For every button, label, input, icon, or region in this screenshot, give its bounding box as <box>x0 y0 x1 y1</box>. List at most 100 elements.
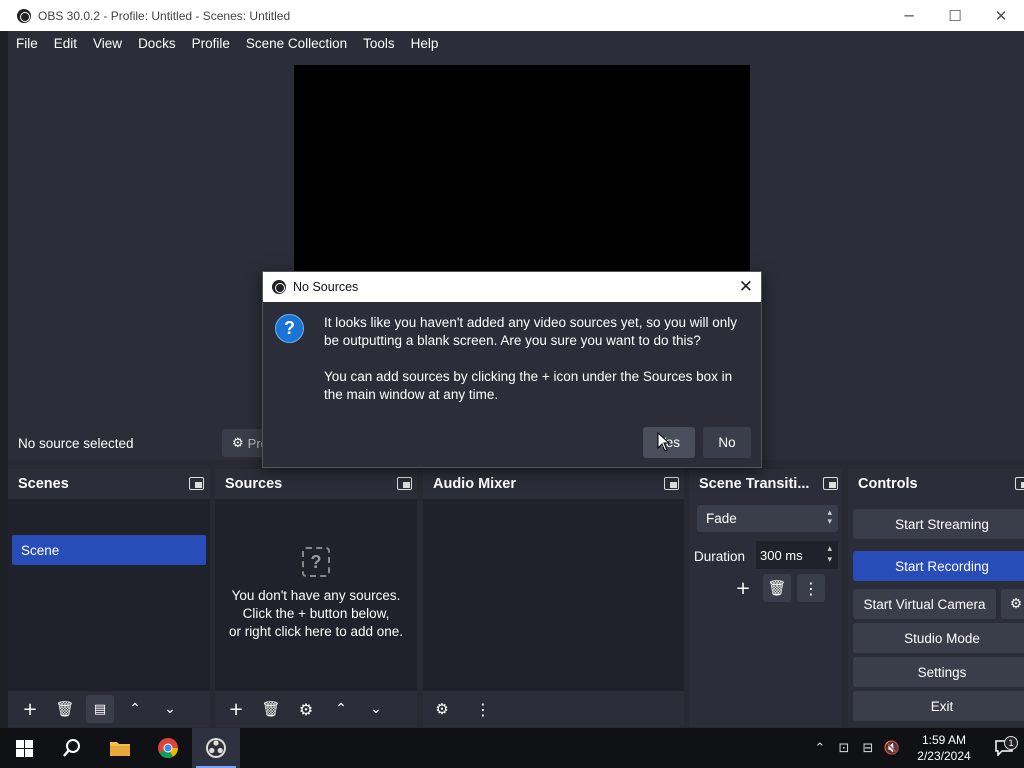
studio-mode-button[interactable]: Studio Mode <box>853 623 1024 653</box>
dialog-message: It looks like you haven't added any vide… <box>324 314 754 422</box>
dialog-close-icon[interactable]: ✕ <box>739 277 753 297</box>
scenes-dock-title: Scenes <box>8 469 210 499</box>
undock-icon[interactable] <box>189 477 204 490</box>
dialog-message-1: It looks like you haven't added any vide… <box>324 315 738 348</box>
undock-icon[interactable] <box>397 477 412 490</box>
move-scene-up-button[interactable]: ⌃ <box>121 695 149 723</box>
obs-logo-icon <box>272 280 286 294</box>
empty-line-3: or right click here to add one. <box>228 624 404 639</box>
gear-icon: ⚙ <box>1009 596 1023 612</box>
minimize-button[interactable]: ─ <box>886 0 932 31</box>
start-streaming-button[interactable]: Start Streaming <box>853 509 1024 539</box>
transition-menu-button[interactable]: ⋮ <box>797 574 825 602</box>
transitions-dock: Scene Transiti... Fade ▴ ▾ Duration 300 m… <box>689 469 842 727</box>
audio-toolbar: ⚙ ⋮ <box>423 691 684 727</box>
search-icon <box>63 739 80 757</box>
scene-list-item[interactable]: Scene <box>12 535 206 565</box>
taskbar: ⌃ ⊡ ⊟ 🔇 1:59 AM 2/23/2024 1 <box>0 728 1024 768</box>
transition-selected: Fade <box>706 511 737 526</box>
transitions-title: Scene Transiti... <box>689 469 842 499</box>
maximize-button[interactable]: ☐ <box>932 0 978 31</box>
system-tray: ⌃ ⊡ ⊟ 🔇 1:59 AM 2/23/2024 1 <box>808 728 1024 768</box>
ethernet-icon[interactable]: ⊟ <box>856 741 880 756</box>
menu-scene-collection[interactable]: Scene Collection <box>246 36 347 51</box>
start-recording-button[interactable]: Start Recording <box>853 551 1024 581</box>
virtual-camera-settings-button[interactable]: ⚙ <box>1001 589 1024 619</box>
notification-center-button[interactable]: 1 <box>984 736 1024 756</box>
network-icon[interactable]: ⊡ <box>832 741 856 756</box>
no-button[interactable]: No <box>703 427 751 458</box>
empty-line-2: Click the + button below, <box>242 606 390 621</box>
question-mark-icon: ? <box>302 547 330 577</box>
gear-icon: ⚙ <box>232 435 244 451</box>
menu-help[interactable]: Help <box>411 36 439 51</box>
notification-badge: 1 <box>1004 736 1018 750</box>
sources-dock: Sources ? You don't have any sources. Cl… <box>215 469 417 727</box>
chrome-button[interactable] <box>144 728 192 768</box>
scenes-toolbar: + 🗑 ▤ ⌃ ⌄ <box>8 691 210 727</box>
sources-list[interactable]: ? You don't have any sources. Click the … <box>215 499 417 691</box>
clock-time: 1:59 AM <box>921 733 967 747</box>
file-explorer-button[interactable] <box>96 728 144 768</box>
empty-line-1: You don't have any sources. <box>231 588 401 603</box>
window-controls: ─ ☐ ✕ <box>886 0 1024 31</box>
sources-dock-title: Sources <box>215 469 417 499</box>
add-scene-button[interactable]: + <box>16 695 44 723</box>
volume-muted-icon[interactable]: 🔇 <box>880 741 904 756</box>
audio-mixer-title: Audio Mixer <box>423 469 684 499</box>
obs-taskbar-button[interactable] <box>192 728 240 768</box>
add-source-button[interactable]: + <box>222 695 250 723</box>
menu-file[interactable]: File <box>16 36 38 51</box>
duration-input[interactable]: 300 ms ▴ ▾ <box>756 541 838 569</box>
add-transition-button[interactable]: + <box>729 574 757 602</box>
no-sources-message: ? You don't have any sources. Click the … <box>215 547 417 641</box>
start-virtual-camera-button[interactable]: Start Virtual Camera <box>853 589 996 619</box>
start-button[interactable] <box>0 728 48 768</box>
spinner-arrows-icon[interactable]: ▴ ▾ <box>827 544 832 566</box>
audio-menu-button[interactable]: ⋮ <box>469 695 497 723</box>
menu-profile[interactable]: Profile <box>192 36 230 51</box>
exit-button[interactable]: Exit <box>853 691 1024 721</box>
folder-icon <box>110 742 130 756</box>
audio-mixer-body <box>423 499 684 691</box>
obs-logo-icon <box>17 8 31 23</box>
controls-dock: Controls Start Streaming Start Recording… <box>848 469 1024 727</box>
move-scene-down-button[interactable]: ⌄ <box>156 695 184 723</box>
scenes-list[interactable]: Scene <box>8 499 210 691</box>
no-sources-dialog: No Sources ✕ ? It looks like you haven't… <box>262 271 762 468</box>
source-properties-button[interactable]: ⚙ <box>292 695 320 723</box>
remove-scene-button[interactable]: 🗑 <box>51 695 79 723</box>
menu-tools[interactable]: Tools <box>363 36 395 51</box>
clock[interactable]: 1:59 AM 2/23/2024 <box>904 732 984 764</box>
clock-date: 2/23/2024 <box>917 749 971 763</box>
menu-edit[interactable]: Edit <box>54 36 77 51</box>
undock-icon[interactable] <box>823 477 838 490</box>
scene-filters-button[interactable]: ▤ <box>86 695 114 723</box>
search-button[interactable] <box>48 728 96 768</box>
move-source-up-button[interactable]: ⌃ <box>327 695 355 723</box>
settings-button[interactable]: Settings <box>853 657 1024 687</box>
remove-source-button[interactable]: 🗑 <box>257 695 285 723</box>
chevron-up-icon[interactable]: ⌃ <box>808 741 832 756</box>
obs-icon <box>206 738 226 758</box>
select-arrows-icon: ▴ ▾ <box>827 508 832 527</box>
dialog-titlebar: No Sources ✕ <box>263 272 761 302</box>
chrome-icon <box>158 738 179 759</box>
advanced-audio-button[interactable]: ⚙ <box>428 695 456 723</box>
windows-logo-icon <box>15 739 33 757</box>
menu-docks[interactable]: Docks <box>138 36 176 51</box>
undock-icon[interactable] <box>664 477 679 490</box>
transition-select[interactable]: Fade ▴ ▾ <box>697 505 838 532</box>
source-status: No source selected <box>18 436 134 451</box>
dialog-message-2: You can add sources by clicking the + ic… <box>324 369 733 402</box>
remove-transition-button[interactable]: 🗑 <box>763 574 791 602</box>
transition-tools: + 🗑 ⋮ <box>723 574 825 602</box>
controls-title: Controls <box>848 469 1024 499</box>
duration-label: Duration <box>694 549 746 564</box>
undock-icon[interactable] <box>1015 477 1024 490</box>
close-button[interactable]: ✕ <box>978 0 1024 31</box>
menu-view[interactable]: View <box>93 36 122 51</box>
dialog-title: No Sources <box>293 280 359 294</box>
duration-value: 300 ms <box>760 547 803 563</box>
move-source-down-button[interactable]: ⌄ <box>362 695 390 723</box>
